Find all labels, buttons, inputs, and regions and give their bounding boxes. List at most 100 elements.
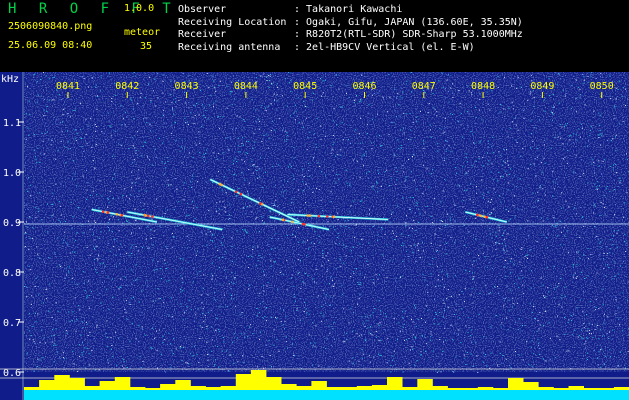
- noise-speckle: [543, 157, 545, 159]
- noise-speckle: [100, 302, 102, 304]
- noise-speckle: [489, 228, 491, 230]
- x-tick-label: 0842: [115, 81, 139, 92]
- noise-speckle: [558, 283, 560, 284]
- noise-speckle: [142, 105, 144, 107]
- noise-speckle: [217, 158, 219, 160]
- noise-speckle: [369, 213, 370, 215]
- noise-speckle: [274, 129, 276, 131]
- noise-speckle: [72, 216, 74, 218]
- noise-speckle: [505, 317, 507, 319]
- noise-speckle: [366, 260, 368, 262]
- noise-speckle: [60, 183, 62, 185]
- noise-speckle: [582, 291, 584, 293]
- noise-speckle: [594, 226, 595, 228]
- noise-speckle: [325, 174, 327, 176]
- noise-speckle: [229, 90, 231, 92]
- noise-speckle: [214, 364, 215, 366]
- noise-speckle: [410, 72, 412, 73]
- noise-speckle: [125, 285, 127, 286]
- noise-speckle: [465, 269, 467, 271]
- noise-speckle: [377, 278, 379, 280]
- noise-speckle: [540, 217, 542, 219]
- noise-speckle: [107, 197, 109, 199]
- noise-speckle: [175, 178, 176, 180]
- level-bar: [250, 370, 267, 390]
- noise-speckle: [437, 279, 439, 281]
- noise-speckle: [345, 255, 347, 257]
- noise-speckle: [324, 135, 326, 137]
- noise-speckle: [315, 282, 317, 284]
- noise-speckle: [415, 325, 417, 327]
- noise-speckle: [492, 136, 494, 138]
- noise-speckle: [422, 274, 424, 276]
- noise-speckle: [442, 86, 444, 88]
- noise-speckle: [260, 157, 261, 159]
- noise-speckle: [575, 213, 577, 215]
- noise-speckle: [83, 78, 85, 80]
- noise-speckle: [379, 322, 381, 324]
- noise-speckle: [222, 116, 224, 118]
- noise-speckle: [578, 334, 580, 336]
- noise-speckle: [30, 195, 32, 197]
- noise-speckle: [131, 232, 132, 234]
- noise-speckle: [417, 208, 419, 210]
- noise-speckle: [579, 258, 581, 260]
- noise-speckle: [373, 356, 375, 358]
- noise-speckle: [545, 296, 547, 298]
- noise-speckle: [101, 131, 103, 133]
- noise-speckle: [132, 145, 134, 146]
- noise-speckle: [304, 302, 306, 303]
- noise-speckle: [229, 136, 231, 138]
- noise-speckle: [37, 94, 39, 96]
- noise-speckle: [540, 185, 541, 187]
- noise-speckle: [610, 165, 612, 167]
- noise-speckle: [584, 347, 586, 349]
- noise-speckle: [610, 248, 612, 250]
- noise-speckle: [126, 116, 128, 118]
- noise-speckle: [443, 302, 445, 304]
- noise-speckle: [598, 308, 600, 310]
- noise-speckle: [282, 195, 284, 197]
- noise-speckle: [529, 303, 531, 305]
- noise-speckle: [454, 204, 456, 206]
- noise-speckle: [352, 362, 354, 364]
- noise-speckle: [605, 355, 607, 357]
- noise-speckle: [260, 199, 262, 201]
- noise-speckle: [73, 110, 75, 111]
- noise-speckle: [624, 88, 626, 90]
- noise-speckle: [498, 195, 500, 197]
- noise-speckle: [534, 158, 536, 160]
- noise-speckle: [47, 231, 49, 233]
- noise-speckle: [108, 309, 110, 311]
- noise-speckle: [576, 111, 578, 113]
- noise-speckle: [155, 198, 157, 200]
- noise-speckle: [348, 139, 349, 141]
- noise-speckle: [505, 208, 507, 210]
- noise-speckle: [117, 219, 119, 221]
- noise-speckle: [198, 362, 200, 363]
- noise-speckle: [548, 291, 550, 293]
- noise-speckle: [259, 176, 261, 178]
- noise-speckle: [454, 241, 456, 243]
- noise-speckle: [378, 325, 380, 327]
- noise-speckle: [594, 205, 596, 207]
- level-bar: [402, 387, 418, 390]
- noise-speckle: [213, 102, 215, 104]
- noise-speckle: [246, 205, 248, 207]
- noise-speckle: [361, 349, 363, 351]
- noise-speckle: [422, 180, 424, 182]
- noise-speckle: [403, 127, 405, 129]
- noise-speckle: [478, 158, 480, 160]
- noise-speckle: [587, 81, 589, 83]
- noise-speckle: [600, 72, 602, 74]
- noise-speckle: [585, 340, 587, 342]
- noise-speckle: [147, 247, 149, 249]
- noise-speckle: [400, 87, 402, 89]
- noise-speckle: [91, 349, 93, 351]
- level-bar: [387, 377, 403, 390]
- noise-speckle: [312, 157, 314, 159]
- noise-speckle: [261, 220, 263, 222]
- meteor-count: 35: [139, 41, 152, 52]
- noise-speckle: [152, 244, 154, 246]
- noise-speckle: [244, 121, 246, 122]
